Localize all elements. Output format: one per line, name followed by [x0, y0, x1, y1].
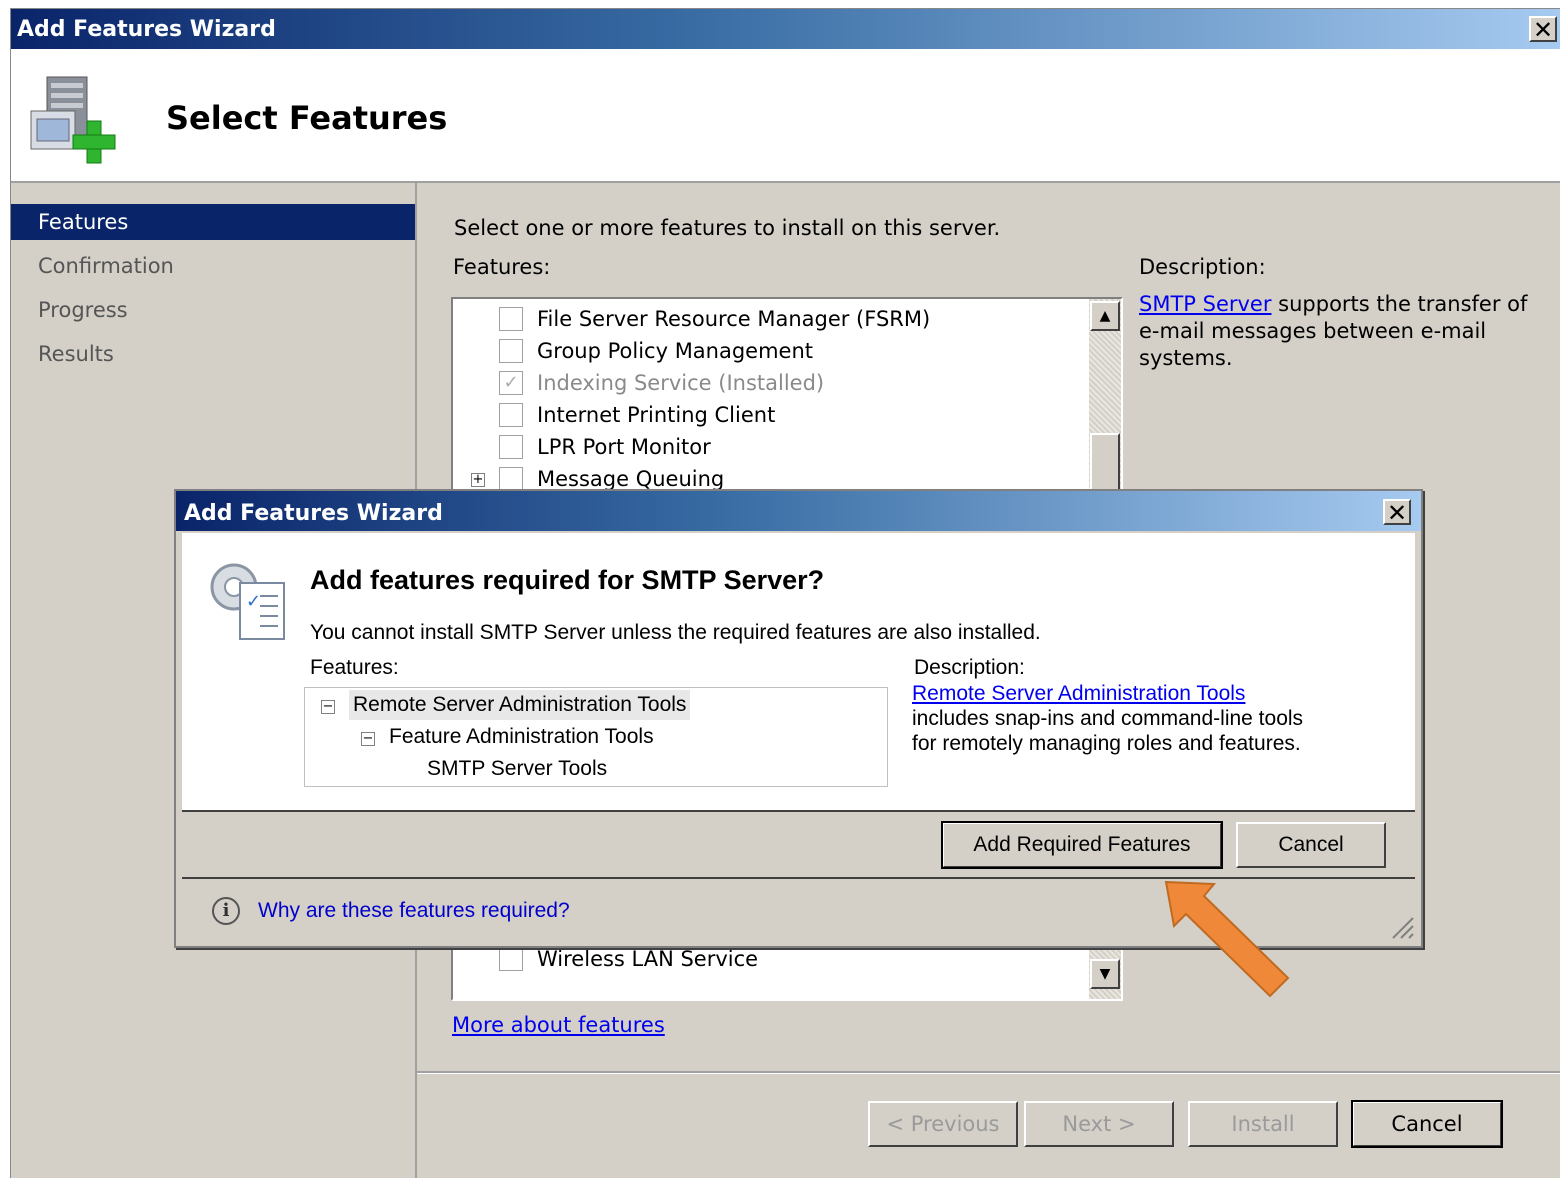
nav-item-results[interactable]: Results	[11, 336, 415, 372]
cancel-button[interactable]: Cancel	[1351, 1100, 1503, 1148]
scroll-up-icon[interactable]: ▲	[1090, 301, 1120, 331]
server-add-icon	[30, 76, 116, 164]
dialog-description-line: includes snap-ins and command-line tools	[912, 707, 1304, 730]
dialog-title-bar[interactable]: Add Features Wizard ✕	[176, 491, 1421, 531]
dialog-cancel-button[interactable]: Cancel	[1236, 822, 1386, 868]
dialog-features-label: Features:	[310, 656, 399, 679]
tree-item[interactable]: SMTP Server Tools	[427, 754, 607, 784]
nav-item-progress[interactable]: Progress	[11, 292, 415, 328]
smtp-server-link[interactable]: SMTP Server	[1139, 292, 1271, 316]
feature-checkbox-checked: ✓	[499, 371, 523, 395]
features-label: Features:	[453, 255, 551, 279]
main-window-title: Add Features Wizard	[17, 17, 276, 42]
feature-checkbox[interactable]	[499, 307, 523, 331]
dialog-description-line: for remotely managing roles and features…	[912, 732, 1301, 755]
tree-item[interactable]: Remote Server Administration Tools	[349, 690, 691, 720]
description-block: SMTP Server supports the transfer of e-m…	[1139, 291, 1539, 372]
feature-checkbox[interactable]	[499, 467, 523, 491]
feature-checkbox[interactable]	[499, 435, 523, 459]
dialog-title: Add Features Wizard	[184, 501, 443, 526]
more-about-features-link[interactable]: More about features	[452, 1013, 665, 1037]
wizard-header: Select Features	[11, 49, 1560, 183]
close-icon: ✕	[1532, 16, 1554, 44]
dialog-description: Remote Server Administration Tools inclu…	[912, 681, 1303, 756]
description-label: Description:	[1139, 255, 1266, 279]
dialog-heading: Add features required for SMTP Server?	[310, 565, 825, 595]
checklist-gear-icon: ✓	[210, 563, 285, 640]
next-button[interactable]: Next >	[1024, 1101, 1174, 1147]
add-required-features-button[interactable]: Add Required Features	[941, 821, 1223, 869]
annotation-arrow-icon	[1164, 880, 1290, 998]
feature-label: File Server Resource Manager (FSRM)	[537, 307, 931, 331]
dialog-close-button[interactable]: ✕	[1383, 499, 1411, 525]
feature-label: Indexing Service (Installed)	[537, 371, 825, 395]
rsat-link[interactable]: Remote Server Administration Tools	[912, 681, 1303, 706]
nav-item-confirmation[interactable]: Confirmation	[11, 248, 415, 284]
feature-label: LPR Port Monitor	[537, 435, 711, 459]
svg-text:✓: ✓	[246, 591, 261, 612]
instruction-text: Select one or more features to install o…	[454, 216, 1001, 240]
close-icon: ✕	[1386, 499, 1408, 527]
feature-label: Group Policy Management	[537, 339, 814, 363]
resize-grip-icon[interactable]	[1389, 914, 1415, 940]
dialog-description-label: Description:	[914, 656, 1025, 679]
tree-item[interactable]: Feature Administration Tools	[389, 722, 654, 752]
why-required-link[interactable]: Why are these features required?	[258, 899, 570, 923]
install-button[interactable]: Install	[1188, 1101, 1338, 1147]
main-close-button[interactable]: ✕	[1529, 16, 1557, 42]
dialog-body: ✓ Add features required for SMTP Server?…	[182, 533, 1415, 812]
footer-divider	[417, 1071, 1560, 1074]
feature-label: Internet Printing Client	[537, 403, 776, 427]
nav-item-features[interactable]: Features	[11, 204, 415, 240]
required-features-tree[interactable]: − Remote Server Administration Tools − F…	[304, 687, 888, 787]
expand-plus-icon[interactable]: +	[471, 473, 485, 487]
dialog-message: You cannot install SMTP Server unless th…	[310, 621, 1041, 644]
collapse-minus-icon[interactable]: −	[361, 732, 375, 746]
previous-button[interactable]: < Previous	[868, 1101, 1018, 1147]
scrollbar-thumb[interactable]	[1090, 433, 1120, 493]
main-title-bar[interactable]: Add Features Wizard ✕	[11, 9, 1560, 49]
collapse-minus-icon[interactable]: −	[321, 700, 335, 714]
page-title: Select Features	[166, 99, 448, 137]
feature-checkbox[interactable]	[499, 339, 523, 363]
feature-checkbox[interactable]	[499, 947, 523, 971]
scroll-down-icon[interactable]: ▼	[1090, 959, 1120, 989]
info-icon: i	[212, 897, 240, 925]
feature-checkbox[interactable]	[499, 403, 523, 427]
